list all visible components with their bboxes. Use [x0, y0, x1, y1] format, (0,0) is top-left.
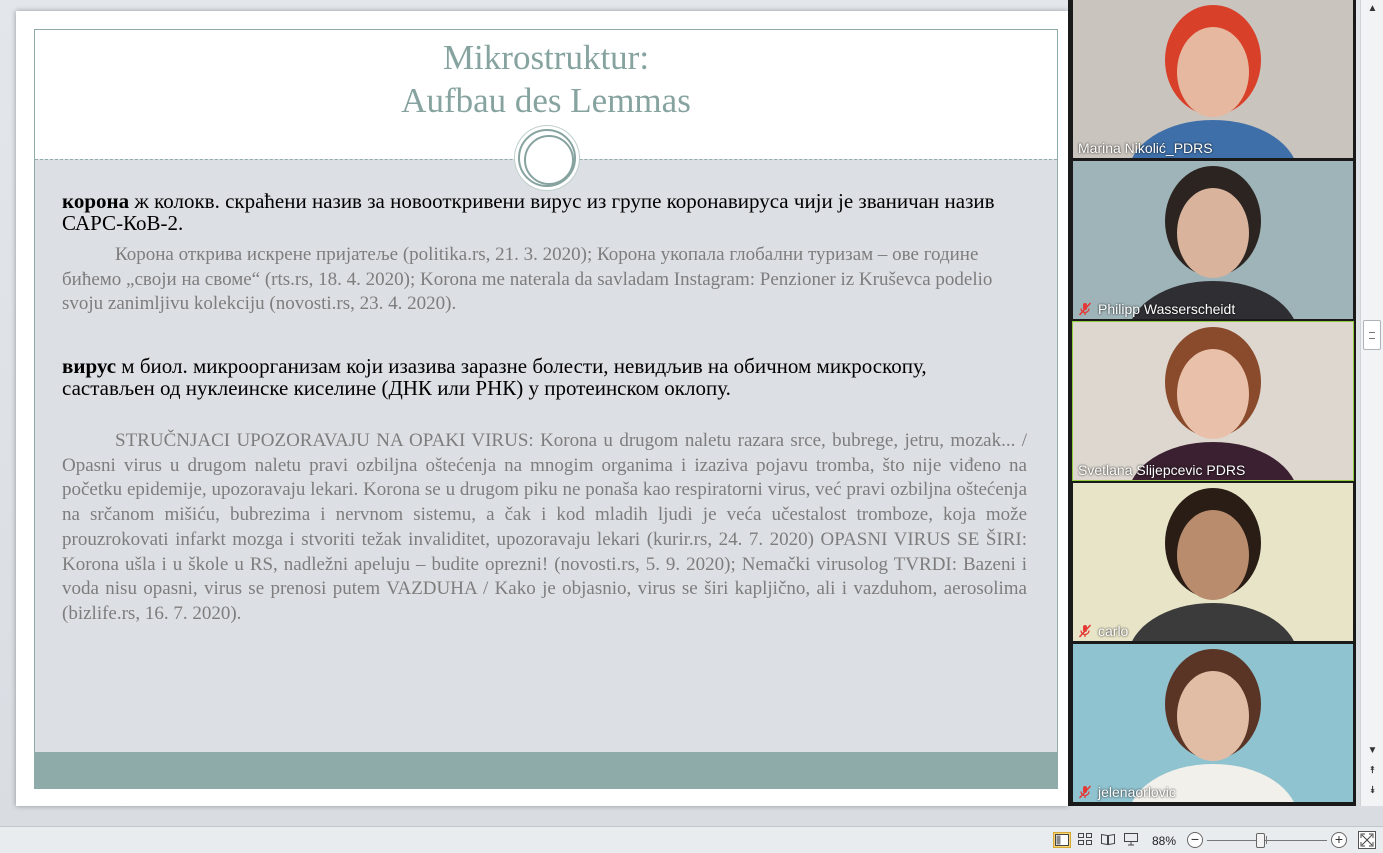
- participant-name: carlo: [1078, 623, 1128, 639]
- slide-frame: Mikrostruktur: Aufbau des Lemmas корона …: [34, 29, 1058, 789]
- definition-virus: м биол. микроорганизам који изазива зара…: [62, 354, 927, 400]
- slideshow-icon[interactable]: [1123, 832, 1141, 848]
- fit-to-window-icon[interactable]: [1358, 831, 1376, 849]
- participant-tile[interactable]: jelenaorlovic: [1073, 644, 1353, 802]
- definition-korona: ж колокв. скраћени назив за новооткривен…: [62, 189, 995, 235]
- entry-2-headword[interactable]: вирус м биол. микроорганизам који изазив…: [62, 355, 1007, 399]
- normal-view-icon[interactable]: [1053, 832, 1071, 848]
- slide-sorter-icon[interactable]: [1077, 832, 1095, 848]
- entry-2-citations[interactable]: STRUČNJACI UPOZORAVAJU NA OPAKI VIRUS: K…: [62, 429, 1027, 627]
- participant-face: [1177, 27, 1249, 117]
- zoom-slider-thumb[interactable]: [1255, 833, 1265, 848]
- participant-name: jelenaorlovic: [1078, 784, 1176, 800]
- next-slide-icon[interactable]: ⯯: [1365, 784, 1380, 798]
- participant-silhouette: [1132, 5, 1294, 158]
- title-line-1: Mikrostruktur:: [442, 38, 650, 77]
- muted-mic-icon: [1078, 624, 1092, 638]
- slide-title[interactable]: Mikrostruktur: Aufbau des Lemmas: [35, 36, 1057, 122]
- slide-footer-band: [35, 752, 1057, 788]
- entry-1-citations[interactable]: Корона открива искрене пријатеље (politi…: [62, 243, 1027, 317]
- zoom-in-icon[interactable]: +: [1331, 832, 1347, 848]
- participant-tile[interactable]: Philipp Wasserscheidt: [1073, 161, 1353, 319]
- previous-slide-icon[interactable]: ⯭: [1365, 764, 1380, 778]
- participant-strip: Marina Nikolić_PDRS Philipp Wasserscheid…: [1068, 0, 1356, 806]
- video-feed: [1073, 483, 1353, 641]
- participant-silhouette: [1132, 649, 1294, 802]
- participant-face: [1177, 188, 1249, 278]
- participant-silhouette: [1132, 488, 1294, 641]
- participant-torso: [1132, 603, 1294, 641]
- participant-silhouette: [1132, 166, 1294, 319]
- slide[interactable]: Mikrostruktur: Aufbau des Lemmas корона …: [16, 11, 1068, 806]
- scroll-up-icon[interactable]: ▲: [1365, 2, 1380, 16]
- participant-tile[interactable]: carlo: [1073, 483, 1353, 641]
- reading-view-icon[interactable]: [1100, 832, 1118, 848]
- video-feed: [1073, 0, 1353, 158]
- scroll-thumb[interactable]: [1363, 320, 1381, 350]
- participant-tile[interactable]: Svetlana Slijepcevic PDRS: [1072, 321, 1354, 481]
- scroll-down-icon[interactable]: ▼: [1365, 744, 1380, 758]
- participant-name: Svetlana Slijepcevic PDRS: [1078, 462, 1246, 478]
- lemma-virus: вирус: [62, 354, 117, 378]
- zoom-slider-midpoint: [1266, 836, 1267, 844]
- muted-mic-icon: [1078, 785, 1092, 799]
- zoom-level[interactable]: 88%: [1152, 834, 1176, 848]
- video-feed: [1073, 161, 1353, 319]
- zoom-out-icon[interactable]: −: [1187, 832, 1203, 848]
- entry-1-headword[interactable]: корона ж колокв. скраћени назив за новоо…: [62, 190, 1007, 234]
- vertical-scrollbar[interactable]: ▲ ▼ ⯭ ⯯: [1360, 0, 1383, 806]
- participant-silhouette: [1132, 327, 1294, 480]
- circle-ornament-icon: [518, 129, 576, 187]
- muted-mic-icon: [1078, 302, 1092, 316]
- participant-face: [1177, 671, 1249, 761]
- video-feed: [1073, 322, 1353, 480]
- lemma-korona: корона: [62, 189, 130, 213]
- participant-face: [1177, 349, 1249, 439]
- video-feed: [1073, 644, 1353, 802]
- participant-tile[interactable]: Marina Nikolić_PDRS: [1073, 0, 1353, 158]
- participant-face: [1177, 510, 1249, 600]
- title-line-2: Aufbau des Lemmas: [401, 81, 691, 120]
- zoom-slider-track[interactable]: [1207, 840, 1327, 841]
- participant-name: Philipp Wasserscheidt: [1078, 301, 1235, 317]
- participant-name: Marina Nikolić_PDRS: [1078, 140, 1213, 156]
- status-bar: 88% − +: [0, 826, 1383, 853]
